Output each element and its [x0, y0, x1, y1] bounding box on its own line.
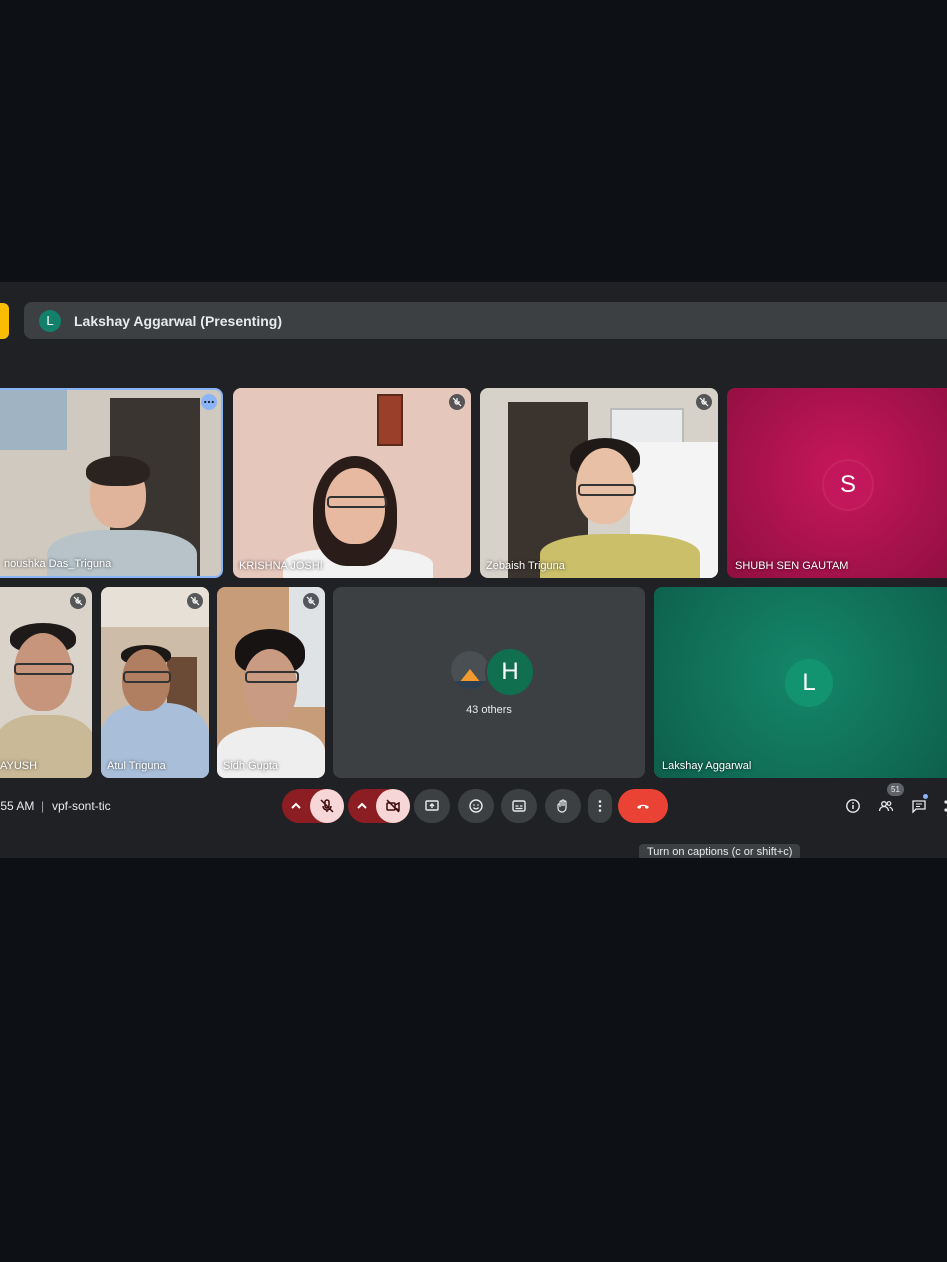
camera-control-group: [348, 789, 410, 823]
person-hair: [86, 456, 150, 486]
muted-icon: [187, 593, 203, 609]
meeting-separator: |: [41, 799, 45, 813]
muted-icon: [449, 394, 465, 410]
participant-tile-krishna[interactable]: KRISHNA JOSHI: [233, 388, 471, 578]
others-tile[interactable]: H 43 others: [333, 587, 645, 778]
bottom-letterbox: [0, 858, 947, 1262]
captions-icon[interactable]: [501, 789, 537, 823]
wall-frame: [377, 394, 403, 446]
participant-avatar: S: [822, 459, 874, 511]
participant-tile-atul[interactable]: Atul Triguna: [101, 587, 209, 778]
meeting-code: vpf-sont-tic: [52, 799, 111, 813]
participant-tile-lakshay[interactable]: L Lakshay Aggarwal: [654, 587, 947, 778]
presenting-indicator: [0, 303, 9, 339]
others-avatar-campfire: [451, 651, 489, 689]
glasses: [578, 484, 636, 496]
participant-name: Sidh Gupta: [223, 760, 279, 772]
people-icon[interactable]: [876, 796, 896, 816]
participant-name: Lakshay Aggarwal: [662, 760, 752, 772]
video-options-chevron-icon[interactable]: [348, 789, 376, 823]
person-head: [243, 649, 297, 723]
presenter-avatar: L: [39, 309, 61, 332]
meeting-time: :55 AM: [0, 799, 35, 813]
participant-tile-ayush[interactable]: AYUSH: [0, 587, 92, 778]
leave-call-icon[interactable]: [618, 789, 668, 823]
participant-name: AYUSH: [0, 760, 38, 772]
presenting-banner[interactable]: L Lakshay Aggarwal (Presenting): [24, 302, 947, 339]
meeting-details-icon[interactable]: [843, 796, 863, 816]
activities-icon[interactable]: [940, 796, 947, 816]
muted-icon: [70, 593, 86, 609]
muted-icon: [696, 394, 712, 410]
participant-avatar: L: [785, 659, 833, 707]
wall-picture: [0, 390, 67, 450]
others-count: 43 others: [466, 704, 512, 716]
glasses: [327, 496, 387, 508]
glasses: [14, 663, 74, 675]
participant-name: SHUBH SEN GAUTAM: [735, 560, 849, 572]
muted-icon: [303, 593, 319, 609]
participant-name: Zebaish Triguna: [486, 560, 565, 572]
glasses: [245, 671, 299, 683]
camera-off-icon[interactable]: [376, 789, 410, 823]
audio-options-chevron-icon[interactable]: [282, 789, 310, 823]
microphone-control-group: [282, 789, 344, 823]
present-screen-icon[interactable]: [414, 789, 450, 823]
presenting-label: Lakshay Aggarwal (Presenting): [74, 312, 282, 329]
participant-name: noushka Das_Triguna: [4, 558, 112, 570]
participant-count-badge: 51: [887, 783, 904, 796]
emoji-reaction-icon[interactable]: [458, 789, 494, 823]
raise-hand-icon[interactable]: [545, 789, 581, 823]
participant-name: Atul Triguna: [107, 760, 166, 772]
more-options-icon[interactable]: [588, 789, 612, 823]
chat-icon[interactable]: [909, 796, 929, 816]
person-body: [47, 530, 197, 576]
participant-tile-zebaish[interactable]: Zebaish Triguna: [480, 388, 718, 578]
participant-tile-sidh[interactable]: Sidh Gupta: [217, 587, 325, 778]
top-letterbox: [0, 0, 947, 282]
chat-notification-dot: [923, 794, 928, 799]
participant-tile-shubh[interactable]: S SHUBH SEN GAUTAM: [727, 388, 947, 578]
mic-off-icon[interactable]: [310, 789, 344, 823]
glasses: [123, 671, 171, 683]
meet-window: L Lakshay Aggarwal (Presenting) noushka …: [0, 282, 947, 858]
participant-tile-anoushka[interactable]: noushka Das_Triguna: [0, 388, 223, 578]
more-options-icon[interactable]: [201, 394, 217, 410]
participant-name: KRISHNA JOSHI: [239, 560, 323, 572]
others-avatar: H: [485, 647, 535, 697]
captions-tooltip: Turn on captions (c or shift+c): [639, 844, 801, 858]
